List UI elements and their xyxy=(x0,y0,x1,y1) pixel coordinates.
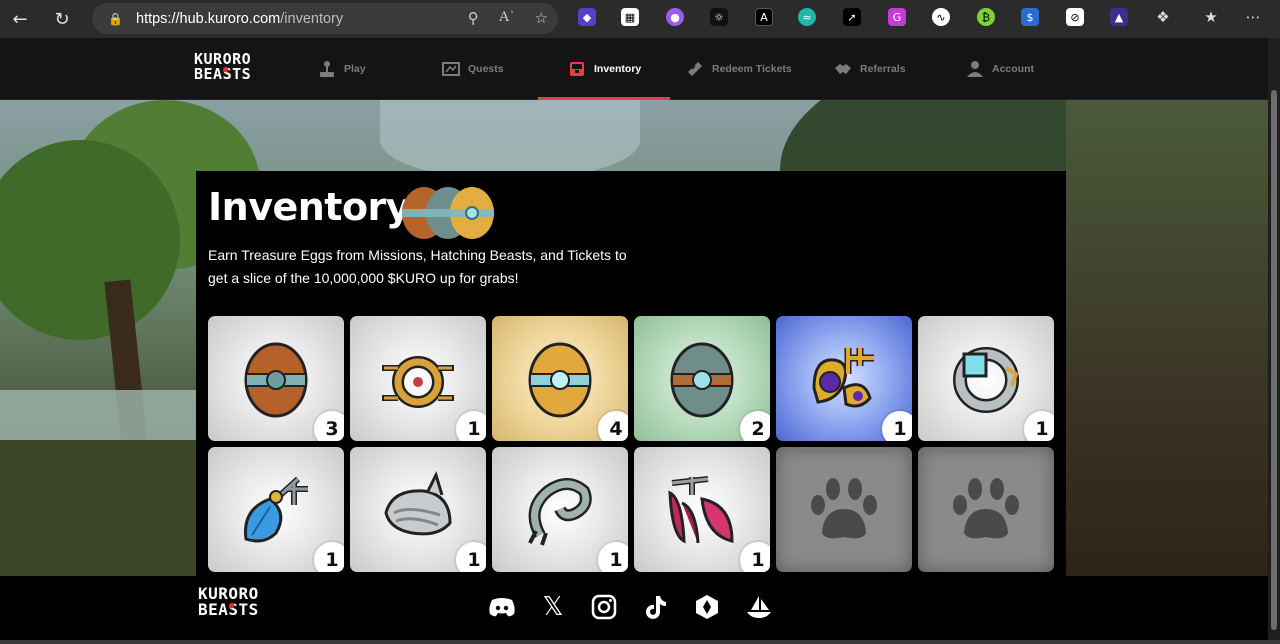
paw-print-icon xyxy=(811,478,877,539)
inventory-slot-purple-gold-ornament[interactable]: 1 xyxy=(776,316,912,441)
nav-inventory[interactable]: Inventory xyxy=(568,38,641,100)
extensions-puzzle-icon[interactable]: ❖ xyxy=(1154,8,1172,26)
extension-9-icon[interactable]: ∿ xyxy=(932,8,950,26)
nav-play[interactable]: Play xyxy=(318,38,366,100)
item-count-badge: 1 xyxy=(314,542,344,572)
joystick-icon xyxy=(318,60,336,78)
kuroro-logo[interactable]: KURORO BEASTS ● xyxy=(194,52,251,82)
extension-1-icon[interactable]: ◆ xyxy=(578,8,596,26)
chest-icon xyxy=(568,60,586,78)
handshake-icon xyxy=(834,60,852,78)
map-icon xyxy=(442,60,460,78)
extension-13-icon[interactable]: ▲ xyxy=(1110,8,1128,26)
site-header: KURORO BEASTS ● Play Quests Inventory Re… xyxy=(0,38,1268,100)
item-count-badge: 1 xyxy=(456,542,486,572)
nav-account[interactable]: Account xyxy=(966,38,1034,100)
lock-icon: 🔒 xyxy=(108,11,123,26)
inventory-slot-gold-egg[interactable]: 4 xyxy=(492,316,628,441)
blue-feather-charm-icon xyxy=(244,476,308,543)
item-count-badge: 1 xyxy=(1024,411,1054,441)
teal-egg-icon xyxy=(670,342,734,418)
x-icon[interactable]: 𝕏 xyxy=(538,592,568,622)
extension-2-icon[interactable]: ▦ xyxy=(621,8,639,26)
zoom-icon[interactable]: ⚲ xyxy=(468,9,479,27)
bronze-egg-icon xyxy=(244,342,308,418)
extension-6-icon[interactable]: ≈ xyxy=(798,8,816,26)
favorite-star-icon[interactable]: ☆ xyxy=(535,9,548,27)
url-text: https://hub.kuroro.com/inventory xyxy=(136,10,344,27)
extension-7-icon[interactable]: ➚ xyxy=(843,8,861,26)
item-count-badge: 2 xyxy=(740,411,770,441)
scrollbar-thumb[interactable] xyxy=(1271,90,1277,630)
favorites-icon[interactable]: ★ xyxy=(1202,8,1220,26)
extension-11-icon[interactable]: $ xyxy=(1021,8,1039,26)
discord-icon[interactable] xyxy=(487,592,517,622)
item-count-badge: 1 xyxy=(882,411,912,441)
inventory-slot-gold-ring[interactable]: 1 xyxy=(350,316,486,441)
extension-4-icon[interactable]: ☼ xyxy=(710,8,728,26)
tiktok-icon[interactable] xyxy=(641,592,671,622)
page-scrollbar[interactable] xyxy=(1268,38,1280,644)
paw-icon: ● xyxy=(223,65,229,75)
extension-10-icon[interactable]: ₿ xyxy=(977,8,995,26)
item-count-badge: 1 xyxy=(456,411,486,441)
refresh-icon[interactable]: ↻ xyxy=(48,5,76,33)
nav-quests[interactable]: Quests xyxy=(442,38,504,100)
read-aloud-icon[interactable]: Aˈ xyxy=(499,9,515,27)
item-count-badge: 1 xyxy=(740,542,770,572)
window-bottom-edge xyxy=(0,640,1280,644)
inventory-panel: Inventory Earn Treasure Eggs from Missio… xyxy=(196,171,1066,576)
boat-icon[interactable] xyxy=(744,592,774,622)
inventory-slot-silver-helmet[interactable]: 1 xyxy=(350,447,486,572)
instagram-icon[interactable] xyxy=(589,592,619,622)
extension-5-icon[interactable]: A xyxy=(755,8,773,26)
site-footer: KURORO BEASTS ● 𝕏 xyxy=(0,576,1268,640)
purple-gold-ornament-icon xyxy=(812,348,874,408)
extension-3-icon[interactable]: ● xyxy=(666,8,684,26)
ticket-icon xyxy=(686,60,704,78)
inventory-slot-teal-egg[interactable]: 2 xyxy=(634,316,770,441)
silver-hook-icon xyxy=(528,478,592,546)
extension-12-icon[interactable]: ⊘ xyxy=(1066,8,1084,26)
silver-helmet-icon xyxy=(384,470,452,536)
inventory-slot-empty[interactable] xyxy=(918,447,1054,572)
inventory-slot-silver-hook[interactable]: 1 xyxy=(492,447,628,572)
extension-8-icon[interactable]: G xyxy=(888,8,906,26)
paw-print-icon xyxy=(953,478,1019,539)
silver-ring-icon xyxy=(953,347,1019,413)
paw-icon: ● xyxy=(229,601,235,611)
pink-feather-charm-icon xyxy=(668,476,734,544)
item-count-badge: 4 xyxy=(598,411,628,441)
hex-icon[interactable] xyxy=(692,592,722,622)
inventory-description: Earn Treasure Eggs from Missions, Hatchi… xyxy=(208,247,627,286)
item-count-badge: 1 xyxy=(598,542,628,572)
inventory-slot-pink-feather-charm[interactable]: 1 xyxy=(634,447,770,572)
nav-referrals[interactable]: Referrals xyxy=(834,38,906,100)
inventory-slot-blue-feather-charm[interactable]: 1 xyxy=(208,447,344,572)
more-menu-icon[interactable]: ⋯ xyxy=(1244,8,1262,26)
user-icon xyxy=(966,60,984,78)
back-arrow-icon[interactable]: ← xyxy=(6,5,34,33)
nav-redeem-tickets[interactable]: Redeem Tickets xyxy=(686,38,792,100)
item-count-badge: 3 xyxy=(314,411,344,441)
inventory-slot-silver-ring[interactable]: 1 xyxy=(918,316,1054,441)
browser-toolbar: ← ↻ 🔒 https://hub.kuroro.com/inventory ⚲… xyxy=(0,0,1280,38)
inventory-slot-bronze-egg[interactable]: 3 xyxy=(208,316,344,441)
footer-kuroro-logo[interactable]: KURORO BEASTS ● xyxy=(198,586,259,618)
gold-egg-icon xyxy=(528,342,592,418)
page-title: Inventory xyxy=(208,185,411,229)
gold-ring-icon xyxy=(382,356,454,408)
treasure-eggs-icon xyxy=(402,187,494,239)
inventory-slot-empty[interactable] xyxy=(776,447,912,572)
address-bar[interactable]: 🔒 https://hub.kuroro.com/inventory ⚲ Aˈ … xyxy=(92,3,558,34)
